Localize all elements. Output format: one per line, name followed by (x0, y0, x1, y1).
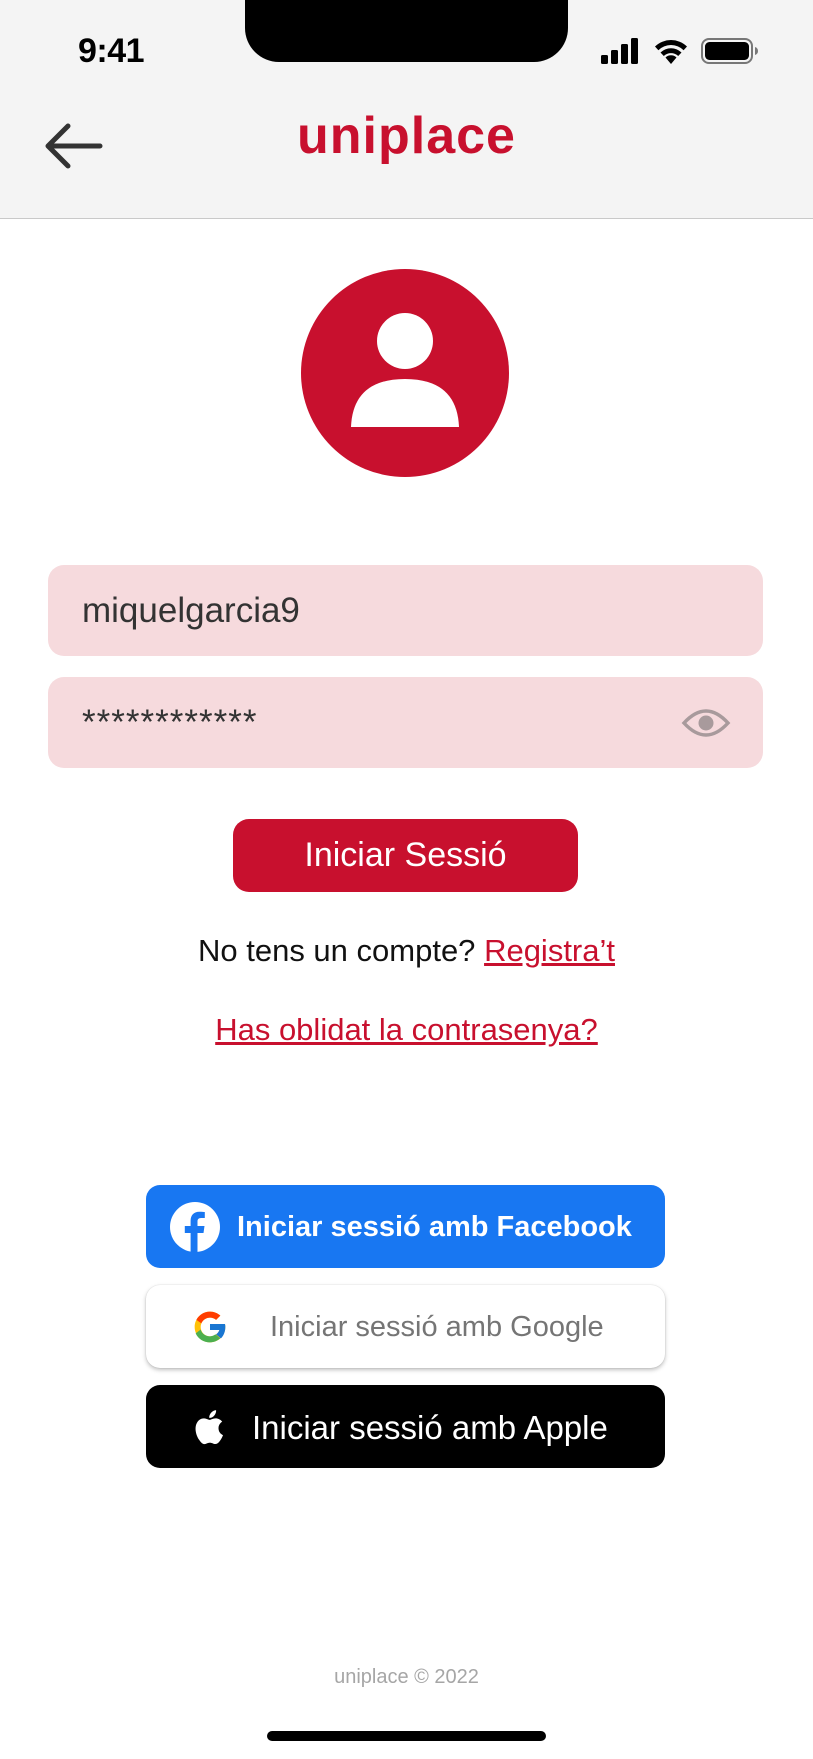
password-field[interactable] (48, 677, 763, 768)
apple-login-label: Iniciar sessió amb Apple (252, 1409, 608, 1446)
facebook-login-button[interactable]: Iniciar sessió amb Facebook (146, 1185, 665, 1268)
device-notch (245, 0, 568, 62)
status-time: 9:41 (78, 32, 145, 70)
register-prompt-text: No tens un compte? (197, 933, 476, 968)
google-login-label: Iniciar sessió amb Google (270, 1311, 604, 1343)
footer-copyright: uniplace © 2022 (334, 1666, 479, 1688)
google-icon (194, 1311, 227, 1343)
avatar (301, 269, 509, 477)
forgot-password-row: Has oblidat la contrasenya? (0, 1012, 813, 1048)
battery-icon (701, 38, 758, 64)
username-input[interactable] (82, 565, 682, 656)
facebook-icon (170, 1202, 220, 1252)
apple-icon (195, 1410, 223, 1445)
user-icon (351, 313, 459, 427)
register-prompt: No tens un compte? Registra’t (0, 933, 813, 969)
status-icons (601, 38, 759, 64)
register-link[interactable]: Registra’t (484, 933, 615, 968)
eye-icon[interactable] (681, 703, 731, 743)
password-input[interactable] (82, 677, 682, 768)
forgot-password-link[interactable]: Has oblidat la contrasenya? (215, 1012, 598, 1047)
google-login-button[interactable]: Iniciar sessió amb Google (146, 1285, 665, 1368)
header: 9:41 uniplace (0, 0, 813, 219)
home-indicator (267, 1731, 546, 1741)
wifi-icon (655, 40, 687, 64)
app-title: uniplace (297, 107, 516, 165)
username-field[interactable] (48, 565, 763, 656)
login-button[interactable]: Iniciar Sessió (233, 819, 578, 892)
cellular-signal-icon (601, 38, 638, 64)
apple-login-button[interactable]: Iniciar sessió amb Apple (146, 1385, 665, 1468)
facebook-login-label: Iniciar sessió amb Facebook (237, 1211, 632, 1243)
